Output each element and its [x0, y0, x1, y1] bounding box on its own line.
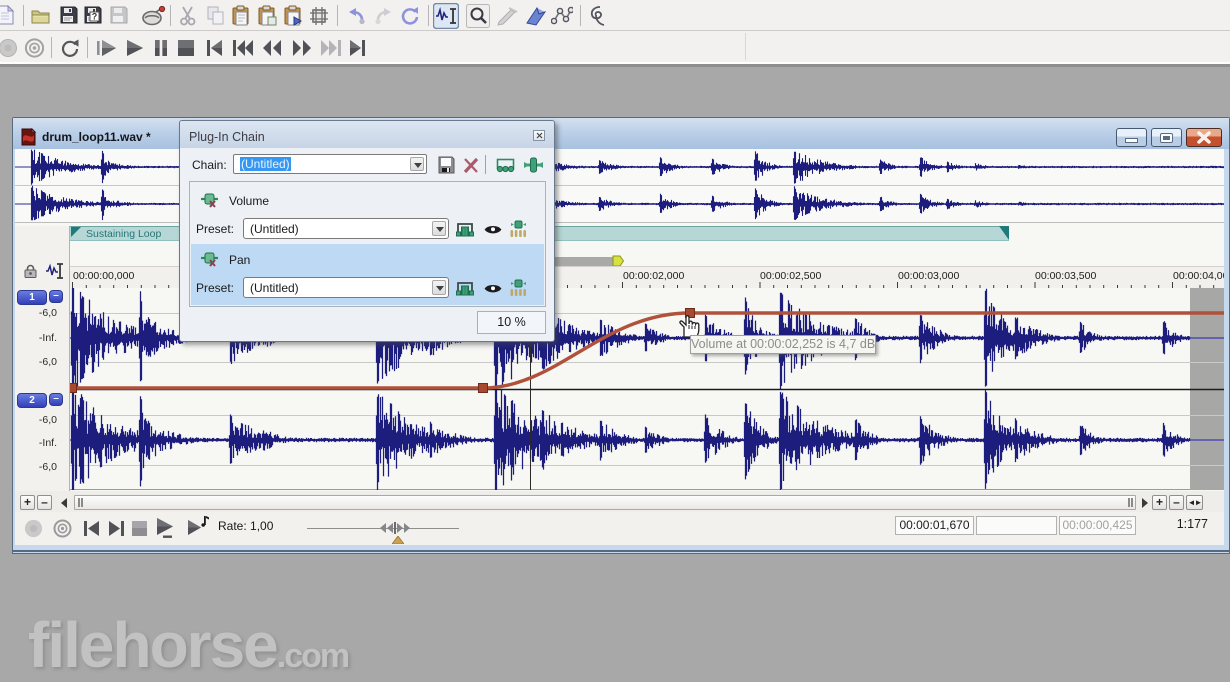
svg-text:?: ? [92, 12, 98, 22]
